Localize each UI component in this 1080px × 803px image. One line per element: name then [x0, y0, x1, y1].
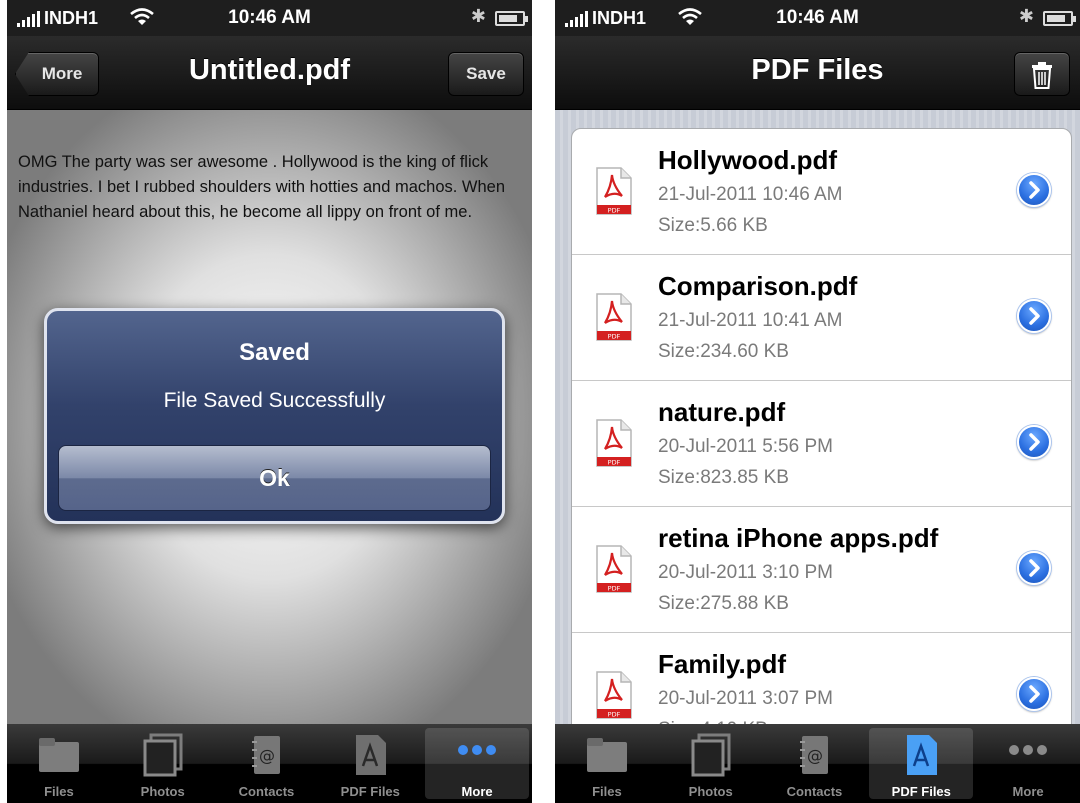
file-name: Family.pdf: [658, 649, 787, 679]
file-name: nature.pdf: [658, 397, 786, 427]
svg-text:PDF: PDF: [608, 333, 621, 341]
pdf-file-icon: PDF: [596, 419, 632, 467]
pdf-file-icon: PDF: [596, 545, 632, 593]
photos-icon: [691, 733, 731, 777]
disclosure-button[interactable]: [1017, 425, 1051, 459]
file-date: 21-Jul-2011 10:41 AM: [658, 310, 843, 331]
photos-icon: [143, 733, 183, 777]
pdf-file-icon: PDF: [596, 167, 632, 215]
tab-photos[interactable]: Photos: [659, 724, 763, 803]
status-bar: INDH1 10:46 AM ✱: [7, 0, 532, 36]
file-name: retina iPhone apps.pdf: [658, 523, 939, 553]
file-row[interactable]: PDF Comparison.pdf 21-Jul-2011 10:41 AM Siz…: [572, 255, 1071, 381]
file-row[interactable]: PDF retina iPhone apps.pdf 20-Jul-2011 3:1…: [572, 507, 1071, 633]
disclosure-button[interactable]: [1017, 677, 1051, 711]
file-size: Size:234.60 KB: [658, 341, 789, 362]
bluetooth-icon: ✱: [470, 6, 486, 26]
right-phone-screen: INDH1 10:46 AM ✱ PDF Files PDF Hollywood.…: [555, 0, 1080, 803]
tab-contacts[interactable]: @ Contacts: [763, 724, 867, 803]
svg-text:PDF: PDF: [608, 459, 621, 467]
pdf-icon: [356, 735, 387, 775]
svg-text:PDF: PDF: [608, 585, 621, 593]
tab-label: More: [1012, 784, 1044, 799]
tab-label: Files: [44, 784, 74, 799]
navigation-bar: PDF Files: [555, 36, 1080, 110]
tab-label: Contacts: [238, 784, 295, 799]
bluetooth-icon: ✱: [1018, 6, 1034, 26]
file-row[interactable]: PDF nature.pdf 20-Jul-2011 5:56 PM Size:823…: [572, 381, 1071, 507]
trash-icon: [1032, 62, 1052, 89]
more-icon: [1009, 745, 1048, 755]
disclosure-button[interactable]: [1017, 551, 1051, 585]
file-date: 21-Jul-2011 10:46 AM: [658, 184, 843, 205]
clock: 10:46 AM: [228, 7, 311, 28]
tab-bar: Files Photos @ Contacts PDF Files More: [555, 724, 1080, 803]
document-text[interactable]: OMG The party was ser awesome . Hollywoo…: [18, 150, 518, 225]
pdf-file-icon: PDF: [596, 293, 632, 341]
tab-label: Files: [592, 784, 622, 799]
chevron-right-icon: [1029, 433, 1040, 451]
tab-more[interactable]: More: [976, 724, 1080, 803]
tab-more[interactable]: More: [425, 728, 529, 799]
tab-label: Contacts: [786, 784, 843, 799]
chevron-right-icon: [1029, 181, 1040, 199]
tab-label: PDF Files: [340, 784, 400, 799]
file-date: 20-Jul-2011 3:10 PM: [658, 562, 833, 583]
file-size: Size:275.88 KB: [658, 593, 789, 614]
tab-pdf-files[interactable]: PDF Files: [869, 728, 974, 799]
file-row[interactable]: PDF Hollywood.pdf 21-Jul-2011 10:46 AM Size…: [572, 129, 1071, 255]
disclosure-button[interactable]: [1017, 299, 1051, 333]
svg-text:@: @: [807, 746, 823, 765]
tab-files[interactable]: Files: [555, 724, 659, 803]
tab-contacts[interactable]: @ Contacts: [215, 724, 319, 803]
trash-button[interactable]: [1014, 52, 1070, 96]
alert-message: File Saved Successfully: [163, 389, 386, 412]
folder-icon: [586, 738, 627, 772]
chevron-right-icon: [1029, 685, 1040, 703]
tab-label: More: [461, 784, 493, 799]
tab-label: Photos: [688, 784, 733, 799]
svg-text:PDF: PDF: [608, 711, 621, 719]
clock: 10:46 AM: [776, 7, 859, 28]
file-date: 20-Jul-2011 5:56 PM: [658, 436, 833, 457]
battery-icon: [1043, 11, 1076, 26]
chevron-right-icon: [1029, 307, 1040, 325]
more-icon: [458, 745, 497, 755]
contacts-icon: @: [252, 736, 281, 774]
contacts-icon: @: [800, 736, 829, 774]
folder-icon: [38, 738, 79, 772]
file-name: Hollywood.pdf: [658, 145, 838, 175]
file-size: Size:823.85 KB: [658, 467, 789, 488]
pdf-file-list: PDF Hollywood.pdf 21-Jul-2011 10:46 AM Size…: [571, 128, 1072, 803]
status-bar: INDH1 10:46 AM ✱: [555, 0, 1080, 36]
tab-label: PDF Files: [891, 784, 951, 799]
tab-files[interactable]: Files: [7, 724, 111, 803]
battery-icon: [495, 11, 528, 26]
pdf-file-icon: PDF: [596, 671, 632, 719]
tab-bar: Files Photos @ Contacts PDF Files More: [7, 724, 532, 803]
page-title: PDF Files: [751, 54, 884, 86]
save-button[interactable]: Save: [448, 52, 524, 96]
left-phone-screen: INDH1 10:46 AM ✱ More Untitled.pdf Save …: [7, 0, 532, 803]
tab-label: Photos: [140, 784, 185, 799]
file-size: Size:5.66 KB: [658, 215, 768, 236]
chevron-right-icon: [1029, 559, 1040, 577]
alert-title: Saved: [239, 339, 310, 366]
saved-alert-dialog: Saved File Saved Successfully Ok: [44, 308, 505, 524]
svg-text:PDF: PDF: [608, 207, 621, 215]
pdf-icon: [907, 735, 938, 775]
tab-pdf-files[interactable]: PDF Files: [318, 724, 422, 803]
navigation-bar: More Untitled.pdf Save: [7, 36, 532, 110]
disclosure-button[interactable]: [1017, 173, 1051, 207]
tab-photos[interactable]: Photos: [111, 724, 215, 803]
file-name: Comparison.pdf: [658, 271, 858, 301]
ok-button[interactable]: Ok: [58, 445, 491, 511]
svg-text:@: @: [259, 746, 275, 765]
file-date: 20-Jul-2011 3:07 PM: [658, 688, 833, 709]
file-list-background: PDF Hollywood.pdf 21-Jul-2011 10:46 AM Size…: [555, 110, 1080, 803]
